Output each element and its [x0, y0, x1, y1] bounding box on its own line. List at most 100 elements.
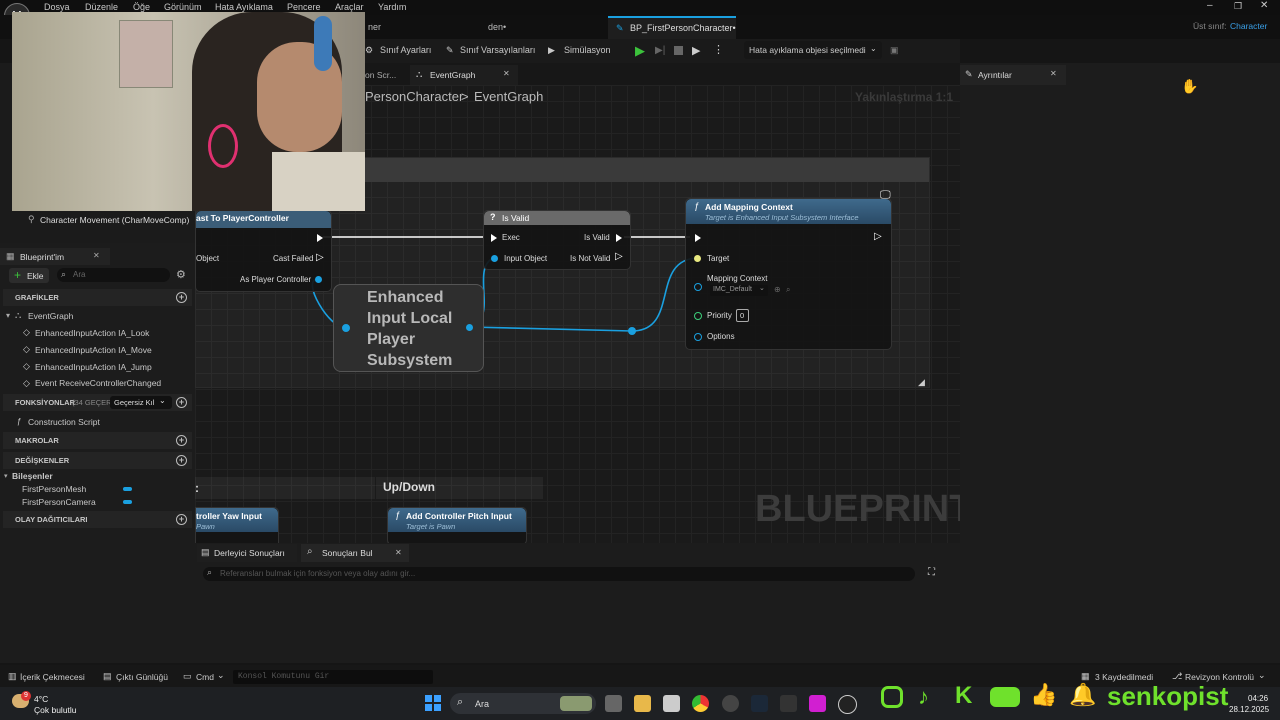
- console-placeholder: Konsol Komutunu Gir: [238, 672, 330, 681]
- content-drawer-button[interactable]: İçerik Çekmecesi: [20, 672, 85, 682]
- comment-box-updown[interactable]: Up/Down: [376, 477, 543, 499]
- details-tab-label: Ayrıntılar: [978, 70, 1012, 80]
- cmd-icon: ▭: [183, 671, 192, 681]
- find-results-label: Sonuçları Bul: [322, 548, 373, 558]
- isvalid-out-pin[interactable]: [616, 234, 622, 242]
- find-results-tab[interactable]: ⌕ Sonuçları Bul ✕: [301, 544, 409, 562]
- add-mapping-exec-out-pin[interactable]: ▷: [874, 231, 882, 242]
- taskbar-search-label: Ara: [475, 699, 490, 709]
- isvalid-exec-in-pin[interactable]: [491, 234, 497, 242]
- pitch-node-subtitle: Target is Pawn: [406, 522, 456, 531]
- webcam-overlay: [12, 12, 365, 211]
- cast-as-pc-pin[interactable]: [315, 276, 322, 283]
- chevron-down-icon: ⌄: [759, 285, 765, 292]
- asset-use-icon[interactable]: ⊕: [774, 285, 781, 294]
- reroute-knot: [628, 327, 636, 335]
- webcam-poster: [119, 20, 173, 88]
- asset-browse-icon[interactable]: ⌕: [786, 285, 790, 295]
- mapping-context-dropdown[interactable]: IMC_Default ⌄: [710, 285, 768, 296]
- isvalid-isvalid-label: Is Valid: [584, 233, 610, 242]
- priority-pin[interactable]: [694, 312, 702, 320]
- cast-failed-pin[interactable]: ▷: [316, 252, 324, 263]
- parrot-figure: [314, 16, 332, 71]
- store-icon[interactable]: [663, 695, 680, 712]
- comment-box-left[interactable]: :: [195, 477, 375, 499]
- target-label: Target: [707, 254, 730, 263]
- pitch-input-node[interactable]: ƒ Add Controller Pitch Input Target is P…: [387, 507, 527, 545]
- cmd-dropdown[interactable]: Cmd: [196, 672, 214, 682]
- bell-icon: 🔔: [1069, 682, 1097, 707]
- subsystem-in-pin[interactable]: [342, 324, 350, 332]
- mapping-context-value: IMC_Default: [713, 286, 752, 293]
- add-mapping-context-node[interactable]: ƒ Add Mapping Context Target is Enhanced…: [685, 198, 892, 350]
- details-panel: [960, 63, 1280, 663]
- details-icon: ✎: [965, 69, 973, 79]
- cast-node-title: ast To PlayerController: [196, 213, 289, 223]
- search-icon: ⌕: [307, 546, 313, 557]
- question-icon: ?: [490, 212, 496, 222]
- blueprint-watermark: BLUEPRINT: [755, 488, 973, 530]
- obs-icon[interactable]: [722, 695, 739, 712]
- youtube-icon: [990, 687, 1020, 707]
- details-tab[interactable]: ✎ Ayrıntılar ✕: [960, 65, 1066, 85]
- chevron-down-icon[interactable]: ⌄: [1258, 670, 1266, 681]
- yaw-node-title: troller Yaw Input: [196, 511, 262, 521]
- priority-value: 0: [740, 311, 745, 320]
- search-icon: ⌕: [457, 696, 464, 708]
- options-pin[interactable]: [694, 333, 702, 341]
- function-icon: ƒ: [395, 510, 401, 520]
- cast-node[interactable]: ast To PlayerController Object Cast Fail…: [195, 210, 332, 292]
- priority-input[interactable]: 0: [736, 309, 749, 322]
- subsystem-out-pin[interactable]: [466, 324, 473, 331]
- clock-date[interactable]: 28.12.2025: [1229, 705, 1269, 714]
- isvalid-notvalid-label: Is Not Valid: [570, 254, 611, 263]
- isvalid-input-pin[interactable]: [491, 255, 498, 262]
- clock-time[interactable]: 04:26: [1248, 694, 1268, 703]
- binoculars-icon[interactable]: ⛶: [928, 567, 935, 578]
- find-search-input[interactable]: ⌕ Referansları bulmak için fonksiyon vey…: [203, 567, 915, 581]
- chevron-down-icon[interactable]: ⌄: [217, 670, 225, 681]
- app-icon[interactable]: [809, 695, 826, 712]
- chrome-icon[interactable]: [692, 695, 709, 712]
- isvalid-exec-label: Exec: [502, 233, 520, 242]
- add-mapping-exec-in-pin[interactable]: [695, 234, 701, 242]
- add-mapping-title: Add Mapping Context: [705, 202, 793, 212]
- comment-left-title: :: [195, 481, 199, 495]
- close-tab-icon[interactable]: ✕: [1050, 69, 1057, 78]
- close-tab-icon[interactable]: ✕: [395, 548, 402, 557]
- headset-icon: [208, 124, 238, 168]
- unreal-taskbar-icon[interactable]: [838, 695, 857, 714]
- isvalid-node-title: Is Valid: [502, 213, 530, 223]
- task-view-icon[interactable]: [605, 695, 622, 712]
- steam-icon[interactable]: [751, 695, 768, 712]
- content-drawer-icon: ▥: [8, 671, 17, 681]
- target-pin[interactable]: [694, 255, 701, 262]
- taskbar-search[interactable]: ⌕ Ara: [450, 693, 596, 714]
- epic-games-icon[interactable]: [780, 695, 797, 712]
- function-icon: ƒ: [694, 201, 700, 211]
- windows-start-icon[interactable]: [425, 695, 441, 711]
- compiler-results-label: Derleyici Sonuçları: [214, 548, 285, 558]
- isvalid-notvalid-pin[interactable]: ▷: [615, 251, 623, 262]
- comment-bubble-icon[interactable]: 🖵: [880, 189, 891, 202]
- tiktok-icon: ♪: [918, 684, 929, 709]
- mapping-context-pin[interactable]: [694, 283, 702, 291]
- console-input[interactable]: Konsol Komutunu Gir: [233, 670, 433, 684]
- output-log-icon: ▤: [103, 671, 112, 681]
- file-explorer-icon[interactable]: [634, 695, 651, 712]
- comment-updown-title: Up/Down: [383, 480, 435, 494]
- priority-label: Priority: [707, 311, 732, 320]
- cast-failed-label: Cast Failed: [273, 254, 314, 263]
- search-highlight-icon: [560, 696, 592, 711]
- compiler-results-tab[interactable]: ▤ Derleyici Sonuçları: [197, 544, 297, 562]
- instagram-icon: [881, 686, 903, 708]
- cast-exec-out-pin[interactable]: [317, 234, 323, 242]
- subsystem-node-title: Enhanced Input Local Player Subsystem: [367, 289, 453, 369]
- yaw-input-node[interactable]: troller Yaw Input Pawn: [195, 507, 279, 545]
- mapping-context-label: Mapping Context: [707, 274, 768, 283]
- output-log-button[interactable]: Çıktı Günlüğü: [116, 672, 168, 682]
- isvalid-node[interactable]: ? Is Valid Exec Is Valid Input Object Is…: [483, 210, 631, 270]
- isvalid-input-label: Input Object: [504, 254, 548, 263]
- subsystem-node[interactable]: Enhanced Input Local Player Subsystem: [333, 284, 484, 372]
- like-icon: 👍: [1030, 682, 1058, 707]
